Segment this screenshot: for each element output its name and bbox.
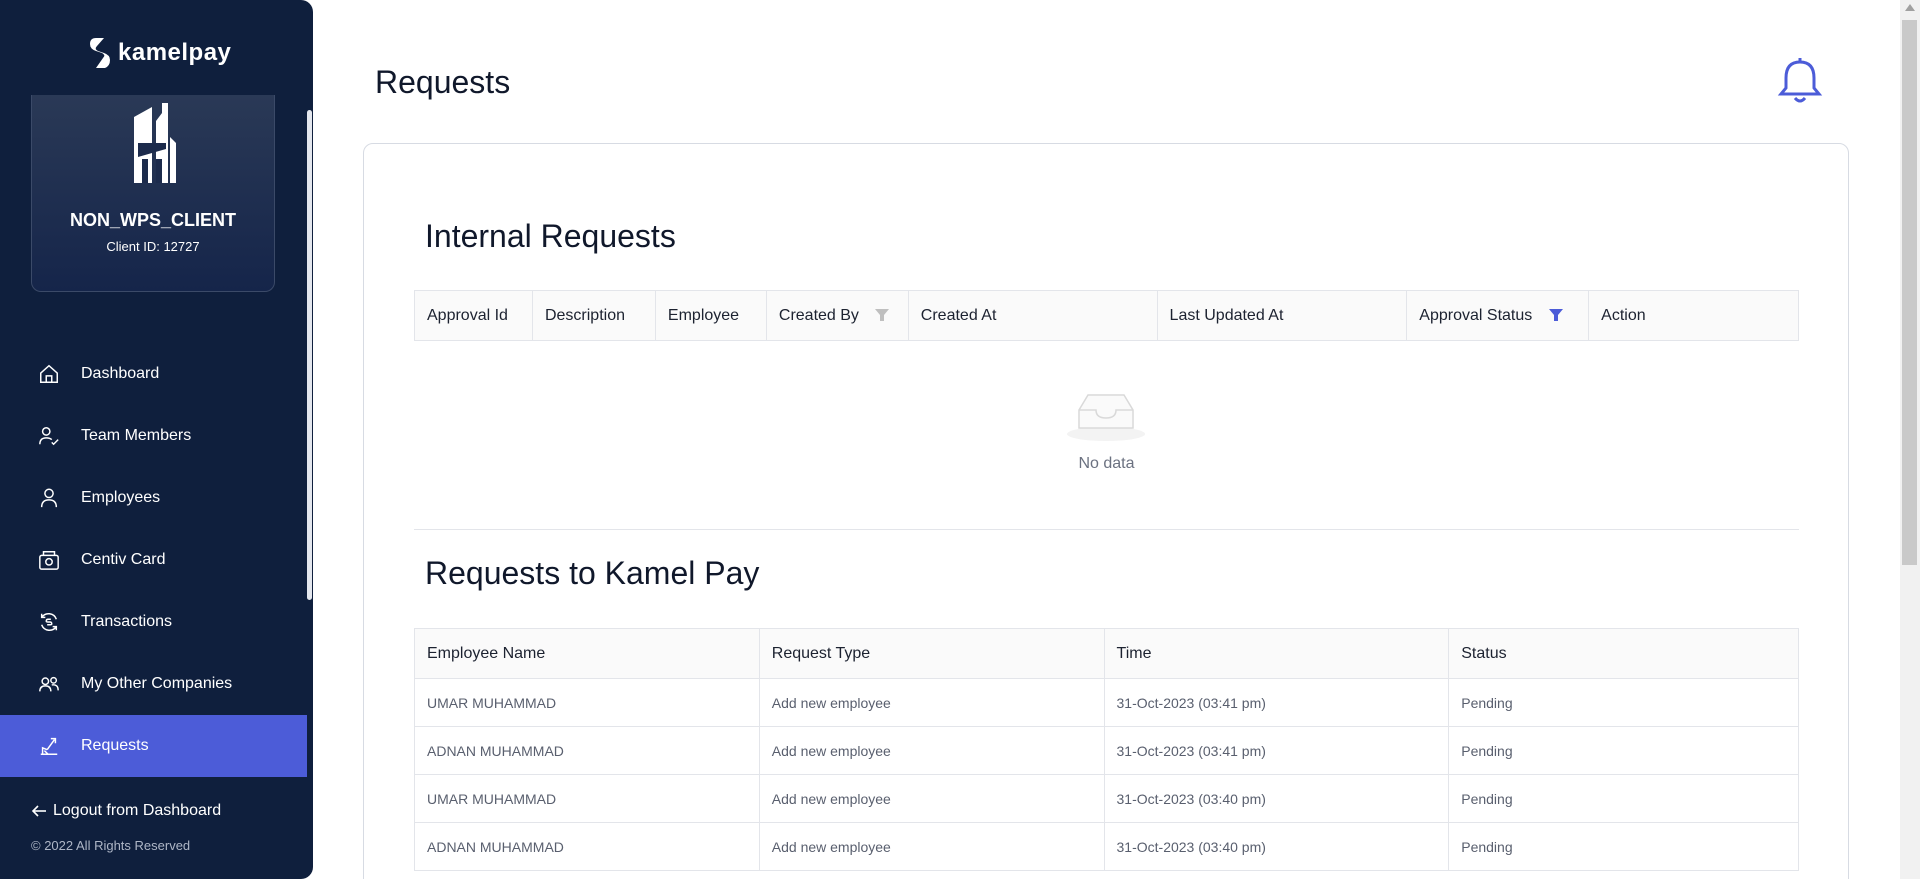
table-row[interactable]: ADNAN MUHAMMAD Add new employee 31-Oct-2… xyxy=(414,822,1799,871)
table-row[interactable]: UMAR MUHAMMAD Add new employee 31-Oct-20… xyxy=(414,774,1799,823)
notification-bell-icon[interactable] xyxy=(1776,56,1824,111)
transactions-icon xyxy=(37,610,61,634)
sidebar: kamelpay NON_WPS_CLIENT Client ID: 12727… xyxy=(0,0,313,879)
employee-name-cell: UMAR MUHAMMAD xyxy=(414,774,760,823)
filter-icon[interactable] xyxy=(1548,309,1563,322)
sidebar-item-team-members[interactable]: Team Members xyxy=(0,405,307,467)
client-id: Client ID: 12727 xyxy=(106,239,200,254)
time-cell: 31-Oct-2023 (03:40 pm) xyxy=(1103,822,1450,871)
sidebar-item-employees[interactable]: Employees xyxy=(0,467,307,529)
kamel-requests-title: Requests to Kamel Pay xyxy=(425,555,760,591)
column-header[interactable]: Created At xyxy=(907,290,1158,341)
status-cell: Pending xyxy=(1448,678,1799,727)
empty-inbox-icon xyxy=(1067,394,1145,441)
column-header[interactable]: Description xyxy=(531,290,656,341)
column-header[interactable]: Approval Id xyxy=(414,290,533,341)
column-header-created-by[interactable]: Created By xyxy=(765,290,909,341)
table-row[interactable]: ADNAN MUHAMMAD Add new employee 31-Oct-2… xyxy=(414,726,1799,775)
kamelpay-logo-icon xyxy=(90,38,110,68)
request-type-cell: Add new employee xyxy=(758,774,1105,823)
empty-state-text: No data xyxy=(1078,455,1135,472)
sidebar-item-centiv-card[interactable]: Centiv Card xyxy=(0,529,307,591)
employee-name-cell: UMAR MUHAMMAD xyxy=(414,678,760,727)
filter-icon[interactable] xyxy=(875,309,890,322)
home-icon xyxy=(37,362,61,386)
sidebar-nav: Dashboard Team Members Employees Centiv … xyxy=(0,343,307,777)
employee-name-cell: ADNAN MUHAMMAD xyxy=(414,726,760,775)
sidebar-item-label: Transactions xyxy=(81,613,172,630)
user-icon xyxy=(37,486,61,510)
client-card: NON_WPS_CLIENT Client ID: 12727 xyxy=(31,95,275,292)
logout-button[interactable]: Logout from Dashboard xyxy=(31,802,221,820)
status-cell: Pending xyxy=(1448,774,1799,823)
page-scrollbar-thumb[interactable] xyxy=(1902,20,1917,565)
scroll-up-arrow-icon[interactable] xyxy=(1905,4,1915,11)
kamelpay-logo[interactable]: kamelpay xyxy=(88,36,231,70)
page-title: Requests xyxy=(375,64,511,100)
sidebar-item-label: My Other Companies xyxy=(81,675,233,692)
column-header[interactable]: Time xyxy=(1103,628,1450,679)
sidebar-item-transactions[interactable]: Transactions xyxy=(0,591,307,653)
logout-label: Logout from Dashboard xyxy=(53,802,222,819)
sidebar-item-label: Centiv Card xyxy=(81,551,166,568)
internal-requests-table: Approval Id Description Employee Created… xyxy=(414,290,1799,341)
internal-requests-title: Internal Requests xyxy=(425,218,676,254)
kamel-requests-table: Employee Name Request Type Time Status U… xyxy=(414,628,1799,871)
sidebar-item-label: Employees xyxy=(81,489,161,506)
status-cell: Pending xyxy=(1448,726,1799,775)
column-header[interactable]: Request Type xyxy=(758,628,1105,679)
sidebar-item-requests[interactable]: Requests xyxy=(0,715,307,777)
sidebar-item-label: Dashboard xyxy=(81,365,160,382)
client-name: NON_WPS_CLIENT xyxy=(69,210,237,230)
status-cell: Pending xyxy=(1448,822,1799,871)
time-cell: 31-Oct-2023 (03:41 pm) xyxy=(1103,678,1450,727)
column-header-label: Created By xyxy=(778,306,859,324)
table-row[interactable]: UMAR MUHAMMAD Add new employee 31-Oct-20… xyxy=(414,678,1799,727)
request-type-cell: Add new employee xyxy=(758,822,1105,871)
column-header-approval-status[interactable]: Approval Status xyxy=(1406,290,1590,341)
requests-icon xyxy=(37,734,61,758)
column-header[interactable]: Status xyxy=(1448,628,1799,679)
users-icon xyxy=(37,672,61,696)
empty-state: No data xyxy=(414,342,1799,530)
logo-text: kamelpay xyxy=(118,39,232,66)
card-icon xyxy=(37,548,61,572)
sidebar-item-dashboard[interactable]: Dashboard xyxy=(0,343,307,405)
column-header[interactable]: Employee xyxy=(654,290,767,341)
sidebar-item-label: Requests xyxy=(81,737,149,754)
copyright: © 2022 All Rights Reserved xyxy=(31,838,191,853)
column-header[interactable]: Last Updated At xyxy=(1156,290,1408,341)
table-header-row: Approval Id Description Employee Created… xyxy=(414,290,1799,341)
time-cell: 31-Oct-2023 (03:40 pm) xyxy=(1103,774,1450,823)
column-header[interactable]: Action xyxy=(1588,290,1799,341)
column-header[interactable]: Employee Name xyxy=(414,628,760,679)
request-type-cell: Add new employee xyxy=(758,726,1105,775)
arrow-left-icon xyxy=(31,805,46,817)
building-icon xyxy=(134,103,176,183)
sidebar-item-label: Team Members xyxy=(81,427,192,444)
table-header-row: Employee Name Request Type Time Status xyxy=(414,628,1799,679)
column-header-label: Approval Status xyxy=(1419,306,1533,324)
request-type-cell: Add new employee xyxy=(758,678,1105,727)
sidebar-item-my-other-companies[interactable]: My Other Companies xyxy=(0,653,307,715)
time-cell: 31-Oct-2023 (03:41 pm) xyxy=(1103,726,1450,775)
sidebar-scrollbar[interactable] xyxy=(307,110,312,600)
employee-name-cell: ADNAN MUHAMMAD xyxy=(414,822,760,871)
user-check-icon xyxy=(37,424,61,448)
